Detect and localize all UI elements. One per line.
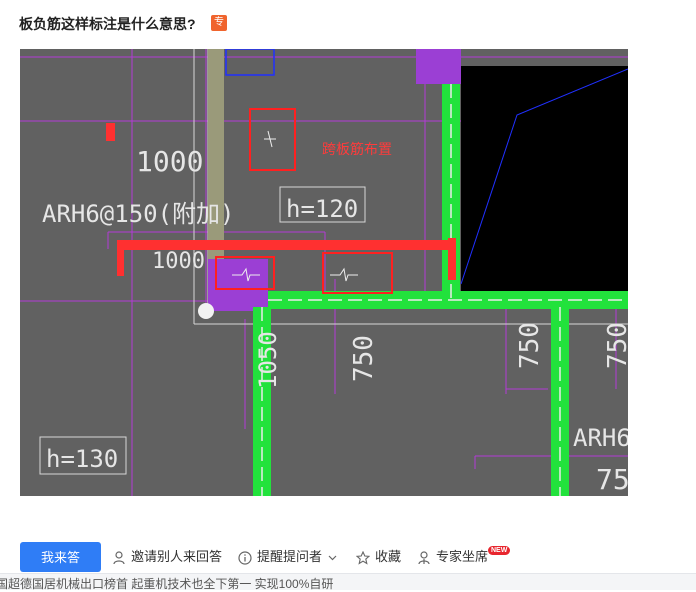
dim-1000-mid: 1000 [152,249,205,274]
dim-1000-top: 1000 [136,145,203,178]
dim-1050: 1050 [254,331,282,389]
info-icon [238,550,252,565]
dim-750-bottom: 750 [596,463,628,496]
footer-ad-text: 国超德国居机械出口榜首 起重机技术也全下第一 实现100%自研 [0,577,334,591]
dim-750-a: 750 [349,335,379,382]
rebar-arh-partial: ARH6@ [573,424,628,452]
collect-button[interactable]: 收藏 [355,542,402,572]
expert-seat-button[interactable]: 专家坐席 [417,542,488,572]
new-badge: NEW [488,546,511,555]
height-130-label: h=130 [46,445,118,473]
height-120-label: h=120 [286,195,358,223]
chevron-down-icon [328,555,337,561]
annotation-label: 跨板筋布置 [322,141,392,157]
cad-drawing-image[interactable]: 1000 ARH6@150(附加) h=120 1000 跨板筋布置 1050 … [20,49,628,496]
answer-button[interactable]: 我来答 [20,542,101,572]
action-bar: 我来答 邀请别人来回答 提醒提问者 收藏 专家坐席 NEW [20,542,696,572]
user-icon [113,550,125,564]
dim-750-c: 750 [603,322,628,369]
expert-label: 专家坐席 [436,549,489,564]
rebar-arh-label: ARH6@150(附加) [42,200,235,228]
invite-answer-button[interactable]: 邀请别人来回答 [112,542,222,572]
dim-750-b: 750 [515,322,545,369]
expert-badge: 专 [211,15,227,31]
collect-label: 收藏 [375,549,402,564]
remind-label: 提醒提问者 [257,549,323,564]
star-icon [355,550,371,565]
invite-label: 邀请别人来回答 [131,549,223,564]
remind-asker-button[interactable]: 提醒提问者 [238,542,337,572]
expert-icon [418,550,430,564]
footer-ad-banner[interactable]: 国超德国居机械出口榜首 起重机技术也全下第一 实现100%自研 [0,573,696,591]
question-title: 板负筋这样标注是什么意思? [19,16,196,32]
